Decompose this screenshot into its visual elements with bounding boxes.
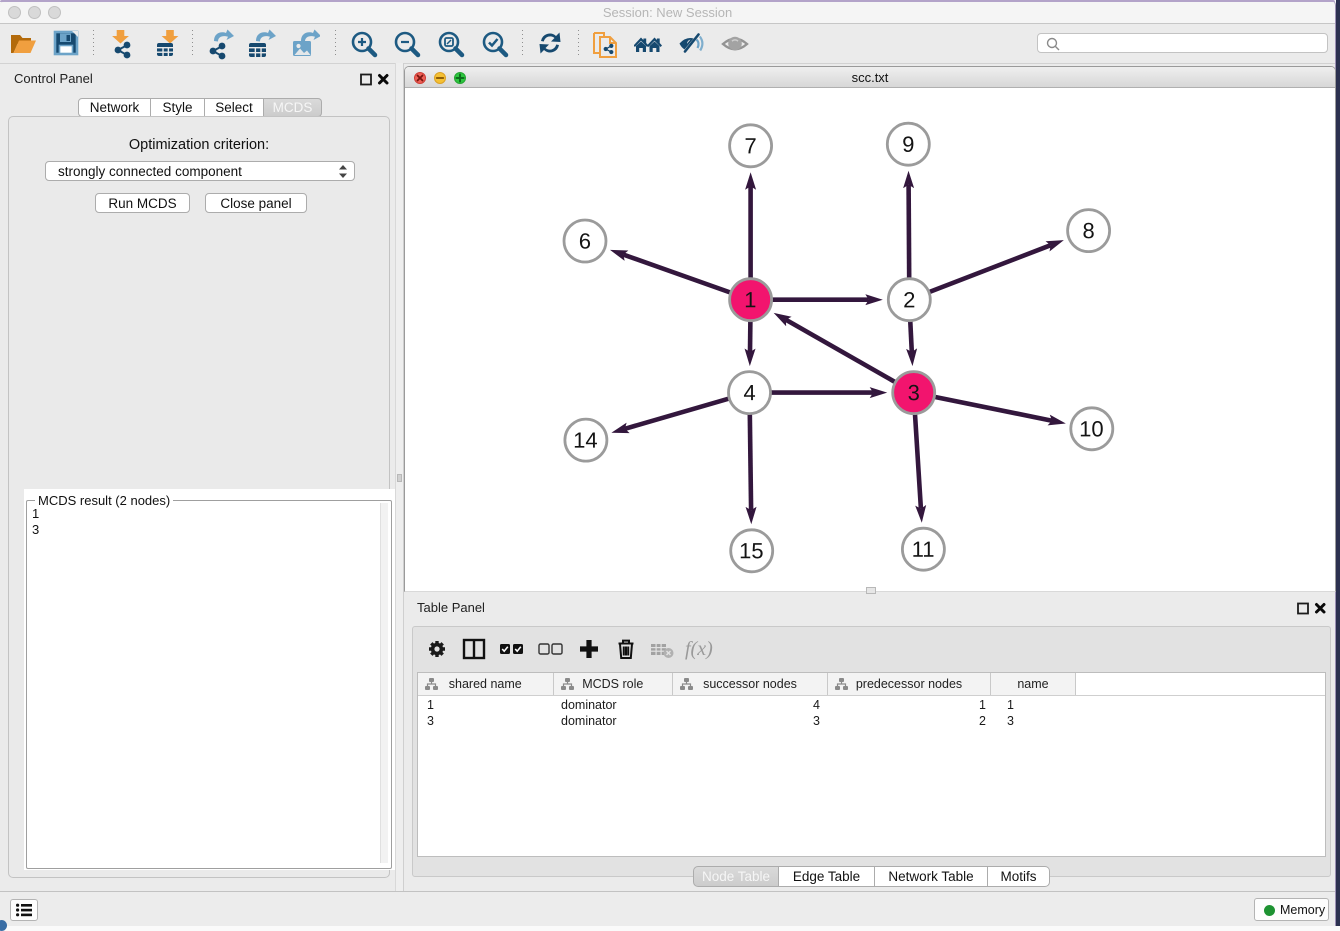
svg-text:f(x): f(x) bbox=[685, 638, 713, 660]
